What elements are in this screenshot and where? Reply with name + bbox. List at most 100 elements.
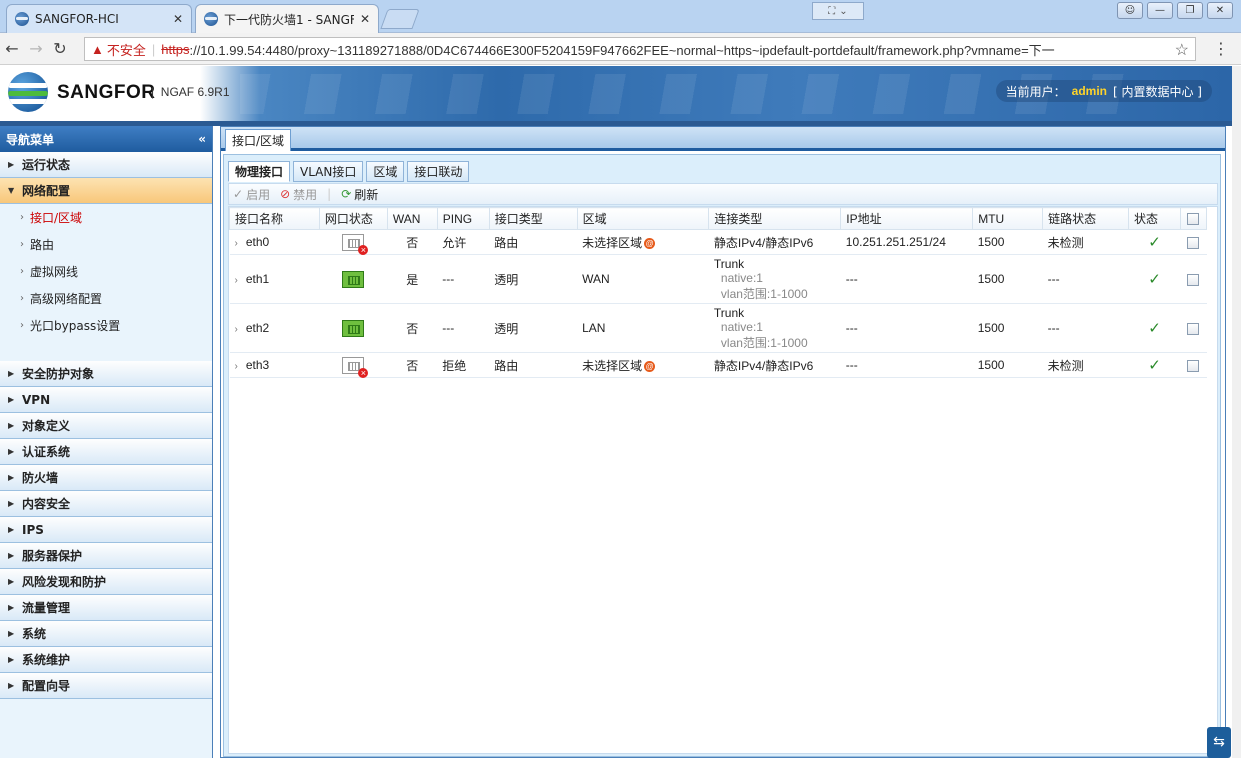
sidebar-item-maintenance[interactable]: ▶ 系统维护 [0, 647, 212, 673]
sidebar-item-network[interactable]: ▼ 网络配置 [0, 178, 212, 204]
sidebar-item-objects[interactable]: ▶ 对象定义 [0, 413, 212, 439]
sidebar-item-vpn[interactable]: ▶ VPN [0, 387, 212, 413]
sidebar-subitem-advanced[interactable]: › 高级网络配置 [0, 285, 212, 312]
datacenter-link[interactable]: [ 内置数据中心 ] [1113, 83, 1202, 100]
remote-assist-icon[interactable]: ⇆ [1207, 727, 1231, 758]
sidebar-item-auth[interactable]: ▶ 认证系统 [0, 439, 212, 465]
back-button[interactable]: ← [0, 39, 24, 58]
toolbar-divider: | [327, 187, 332, 201]
col-header-ip[interactable]: IP地址 [840, 207, 974, 230]
tab-interface-linkage[interactable]: 接口联动 [407, 161, 470, 182]
forward-button[interactable]: → [24, 39, 48, 58]
sidebar-item-label: 内容安全 [22, 497, 71, 511]
zone-text[interactable]: 未选择区域 [582, 359, 642, 373]
close-tab-icon[interactable]: ✕ [173, 12, 183, 26]
content-body: 物理接口 VLAN接口 区域 接口联动 ✓ 启用 ⊘ 禁用 | ⟳ 刷新 接口名称 网… [223, 154, 1221, 757]
sidebar-item-protection-objects[interactable]: ▶ 安全防护对象 [0, 361, 212, 387]
minimize-button[interactable]: — [1147, 2, 1173, 19]
new-tab-button[interactable] [380, 9, 420, 29]
sidebar-item-risk[interactable]: ▶ 风险发现和防护 [0, 569, 212, 595]
tab-physical-interface[interactable]: 物理接口 [228, 161, 291, 182]
page-scrollbar[interactable] [1232, 66, 1241, 758]
table-row[interactable]: › eth0 否 允许 路由 未选择区域@ 静态IPv4/静态IPv6 10.25… [229, 229, 1207, 255]
sidebar-item-content-security[interactable]: ▶ 内容安全 [0, 491, 212, 517]
row-mtu-cell: 1500 [972, 352, 1043, 378]
close-window-button[interactable]: ✕ [1207, 2, 1233, 19]
row-connection-cell: 静态IPv4/静态IPv6 [708, 352, 841, 378]
browser-tab-firewall[interactable]: 下一代防火墙1 - SANGF ✕ [195, 4, 379, 33]
address-bar[interactable]: ▲ 不安全 | https ://10.1.99.54:4480/proxy~1… [84, 37, 1196, 61]
row-mtu-cell: 1500 [972, 303, 1043, 353]
sidebar-subitem-interfaces[interactable]: › 接口/区域 [0, 204, 212, 231]
col-header-name[interactable]: 接口名称 [229, 207, 320, 230]
row-name-cell[interactable]: › eth3 [229, 352, 320, 378]
tab-zone[interactable]: 区域 [366, 161, 405, 182]
sidebar-subitem-label: 路由 [30, 238, 55, 252]
chevron-right-icon[interactable]: › [235, 361, 238, 372]
sidebar-item-wizard[interactable]: ▶ 配置向导 [0, 673, 212, 699]
row-mtu-cell: 1500 [972, 254, 1043, 304]
row-checkbox[interactable] [1187, 322, 1200, 335]
chevron-right-icon[interactable]: › [235, 275, 238, 286]
browser-tab-hci[interactable]: SANGFOR-HCI ✕ [6, 4, 192, 33]
table-row[interactable]: › eth2 否 --- 透明 LAN Trunk native:1 vlan范围… [229, 303, 1207, 353]
sidebar-subitem-virtual-wire[interactable]: › 虚拟网线 [0, 258, 212, 285]
close-tab-icon[interactable]: ✕ [360, 12, 370, 26]
table-row[interactable]: › eth1 是 --- 透明 WAN Trunk native:1 vlan范围… [229, 254, 1207, 304]
select-all-checkbox[interactable] [1187, 213, 1200, 226]
row-name-cell[interactable]: › eth0 [229, 229, 320, 255]
browser-menu-icon[interactable]: ⋮ [1213, 39, 1229, 58]
chevron-right-icon[interactable]: › [235, 238, 238, 249]
window-controls: ☺ — ❐ ✕ [1117, 2, 1233, 19]
row-name-cell[interactable]: › eth1 [229, 254, 320, 304]
sidebar-subitem-label: 接口/区域 [30, 211, 83, 225]
table-row[interactable]: › eth3 否 拒绝 路由 未选择区域@ 静态IPv4/静态IPv6 --- 1… [229, 352, 1207, 378]
col-header-mtu[interactable]: MTU [972, 207, 1044, 230]
chevron-right-icon[interactable]: › [235, 324, 238, 335]
tab-interfaces-zones[interactable]: 接口/区域 [225, 129, 292, 151]
row-checkbox[interactable] [1187, 359, 1200, 372]
sidebar-subitem-bypass[interactable]: › 光口bypass设置 [0, 312, 212, 339]
maximize-button[interactable]: ❐ [1177, 2, 1203, 19]
row-port-cell [319, 352, 388, 378]
enable-button[interactable]: ✓ 启用 [233, 186, 270, 203]
col-header-ping[interactable]: PING [436, 207, 490, 230]
window-mode-control[interactable]: ⛶ ⌄ [812, 2, 864, 20]
sidebar-item-server-protection[interactable]: ▶ 服务器保护 [0, 543, 212, 569]
col-header-port-status[interactable]: 网口状态 [318, 207, 388, 230]
sidebar-item-label: 服务器保护 [22, 549, 83, 563]
reload-button[interactable]: ↻ [48, 39, 72, 58]
zone-text[interactable]: 未选择区域 [582, 236, 642, 250]
row-link-cell: 未检测 [1042, 352, 1129, 378]
port-disconnected-icon [342, 356, 369, 378]
current-user-label: 当前用户： [1005, 84, 1066, 99]
row-checkbox[interactable] [1187, 273, 1200, 286]
sidebar-title: 导航菜单 [6, 132, 55, 147]
row-name-cell[interactable]: › eth2 [229, 303, 320, 353]
row-status-cell: ✓ [1128, 229, 1181, 255]
sidebar-item-label: 系统维护 [22, 653, 71, 667]
tab-vlan-interface[interactable]: VLAN接口 [293, 161, 364, 182]
row-checkbox[interactable] [1187, 236, 1200, 249]
sidebar-item-firewall[interactable]: ▶ 防火墙 [0, 465, 212, 491]
col-header-wan[interactable]: WAN [386, 207, 438, 230]
sidebar-item-status[interactable]: ▶ 运行状态 [0, 152, 212, 178]
user-name[interactable]: admin [1072, 84, 1107, 98]
sidebar-item-traffic[interactable]: ▶ 流量管理 [0, 595, 212, 621]
col-header-zone[interactable]: 区域 [576, 207, 710, 230]
caret-right-icon: ▶ [8, 473, 15, 482]
col-header-status[interactable]: 状态 [1128, 207, 1181, 230]
refresh-button[interactable]: ⟳ 刷新 [341, 186, 378, 203]
col-header-link-status[interactable]: 链路状态 [1042, 207, 1130, 230]
sidebar-item-ips[interactable]: ▶ IPS [0, 517, 212, 543]
row-ping-cell: --- [437, 303, 490, 353]
col-header-connection[interactable]: 连接类型 [708, 207, 842, 230]
collapse-sidebar-icon[interactable]: « [198, 132, 206, 146]
profile-icon[interactable]: ☺ [1117, 2, 1143, 19]
row-type-cell: 路由 [489, 229, 578, 255]
sidebar-item-system[interactable]: ▶ 系统 [0, 621, 212, 647]
col-header-type[interactable]: 接口类型 [488, 207, 578, 230]
bookmark-star-icon[interactable]: ☆ [1175, 40, 1189, 60]
sidebar-subitem-routing[interactable]: › 路由 [0, 231, 212, 258]
disable-button[interactable]: ⊘ 禁用 [280, 186, 317, 203]
